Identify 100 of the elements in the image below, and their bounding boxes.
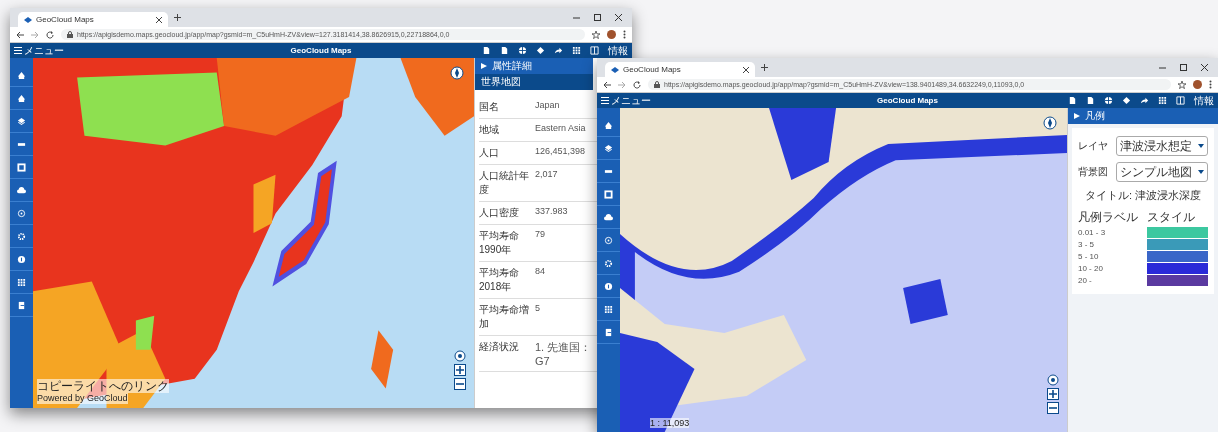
zoom-in-button[interactable]: [454, 364, 466, 376]
layer-title: 世界地図: [475, 74, 593, 90]
grid-icon[interactable]: [572, 46, 581, 55]
layers-icon[interactable]: [17, 116, 26, 126]
minimize-icon[interactable]: [1159, 64, 1166, 71]
minimize-icon[interactable]: [573, 14, 580, 21]
grid-icon[interactable]: [604, 304, 613, 314]
attribute-value: 126,451,398: [535, 146, 586, 158]
attribute-value: 2,017: [535, 169, 558, 181]
legend-label: 20 -: [1078, 276, 1093, 285]
zoom-out-button[interactable]: [1047, 402, 1059, 414]
home-icon[interactable]: [604, 120, 613, 130]
attribute-value: 5: [535, 303, 540, 315]
menu-label[interactable]: メニュー: [24, 43, 64, 58]
diamond-icon: [24, 16, 32, 23]
attribute-name: 人口統計年度: [479, 169, 530, 197]
share-icon[interactable]: [554, 46, 563, 55]
column-header: スタイル: [1147, 209, 1196, 226]
info-label[interactable]: 情報: [1194, 93, 1214, 108]
more-icon[interactable]: [1209, 80, 1212, 89]
minus-icon: [1049, 404, 1057, 412]
diamond-icon: [611, 66, 619, 73]
compass-icon[interactable]: [450, 66, 464, 80]
compass-icon[interactable]: [1043, 116, 1057, 130]
target-icon[interactable]: [604, 235, 613, 245]
attribute-name: 人口: [479, 146, 500, 160]
star-icon[interactable]: [1178, 80, 1186, 89]
caret-icon: [1198, 144, 1204, 148]
zoom-out-button[interactable]: [454, 378, 466, 390]
home-icon[interactable]: [17, 70, 26, 80]
panel-section-header[interactable]: 凡例: [1068, 108, 1218, 124]
field-label: レイヤ: [1078, 139, 1109, 153]
grid-icon[interactable]: [1158, 96, 1167, 105]
avatar-icon[interactable]: [607, 30, 616, 39]
legend-title: タイトル: 津波浸水深度: [1083, 188, 1203, 203]
triangle-icon: [1074, 113, 1080, 119]
globe-icon[interactable]: [1104, 96, 1113, 105]
info-label[interactable]: 情報: [608, 43, 628, 58]
dropdown[interactable]: シンプル地図: [1116, 162, 1208, 182]
attribute-value: 84: [535, 266, 545, 278]
minus-icon: [456, 380, 464, 388]
attribute-name: 経済状況: [479, 340, 520, 354]
back-arrow-icon[interactable]: [16, 30, 24, 39]
avatar-icon[interactable]: [1193, 80, 1202, 89]
section-title: 属性詳細: [492, 59, 532, 73]
close-icon[interactable]: [1201, 64, 1208, 71]
panel-section-header[interactable]: 属性詳細: [475, 58, 593, 74]
square-icon[interactable]: [604, 189, 613, 199]
grid-icon[interactable]: [17, 277, 26, 287]
legend-label: 10 - 20: [1078, 264, 1104, 273]
attribute-value: Eastern Asia: [535, 123, 586, 135]
locate-icon[interactable]: [454, 350, 466, 362]
browser-tab[interactable]: GeoCloud Maps: [18, 12, 168, 27]
menu-icon[interactable]: [14, 47, 22, 54]
column-header: 凡例ラベル: [1078, 209, 1139, 226]
attribute-value: Japan: [535, 100, 560, 112]
maximize-icon[interactable]: [1180, 64, 1187, 71]
attribute-value: 79: [535, 229, 545, 241]
new-tab-icon[interactable]: [761, 64, 768, 71]
legend-label: 0.01 - 3: [1078, 228, 1107, 237]
browser-tab[interactable]: GeoCloud Maps: [605, 62, 755, 77]
reload-icon[interactable]: [633, 80, 641, 89]
locate-icon[interactable]: [1047, 374, 1059, 386]
close-icon[interactable]: [156, 16, 162, 23]
diamond-icon[interactable]: [536, 46, 545, 55]
lock-icon: [67, 31, 73, 38]
share-icon[interactable]: [1140, 96, 1149, 105]
dropdown[interactable]: 津波浸水想定: [1116, 136, 1208, 156]
home-icon[interactable]: [17, 93, 26, 103]
cloud-icon[interactable]: [17, 185, 26, 195]
back-arrow-icon[interactable]: [603, 80, 611, 89]
attribute-value: 1. 先進国：G7: [535, 340, 593, 367]
copyright-link[interactable]: コピーライトへのリンク: [37, 378, 169, 394]
attribute-name: 地域: [479, 123, 500, 137]
plus-icon: [456, 366, 464, 374]
globe-icon[interactable]: [518, 46, 527, 55]
plus-icon: [1049, 390, 1057, 398]
zoom-in-button[interactable]: [1047, 388, 1059, 400]
attribute-value: 337.983: [535, 206, 568, 218]
field-label: 背景図: [1078, 165, 1109, 179]
star-icon[interactable]: [592, 30, 600, 39]
new-tab-icon[interactable]: [174, 14, 181, 21]
map-drawing[interactable]: [620, 108, 1067, 432]
close-icon[interactable]: [615, 14, 622, 21]
square-icon[interactable]: [17, 162, 26, 172]
target-icon[interactable]: [17, 208, 26, 218]
menu-icon[interactable]: [601, 97, 609, 104]
app-logo: GeoCloud Maps: [290, 46, 352, 55]
more-icon[interactable]: [623, 30, 626, 39]
legend-label: 5 - 10: [1078, 252, 1100, 261]
diamond-icon[interactable]: [1122, 96, 1131, 105]
panel-icon[interactable]: [590, 46, 599, 55]
reload-icon[interactable]: [46, 30, 54, 39]
layers-icon[interactable]: [604, 143, 613, 153]
close-icon[interactable]: [743, 66, 749, 73]
menu-label[interactable]: メニュー: [611, 93, 651, 108]
attribute-name: 人口密度: [479, 206, 520, 220]
maximize-icon[interactable]: [594, 14, 601, 21]
panel-icon[interactable]: [1176, 96, 1185, 105]
cloud-icon[interactable]: [604, 212, 613, 222]
